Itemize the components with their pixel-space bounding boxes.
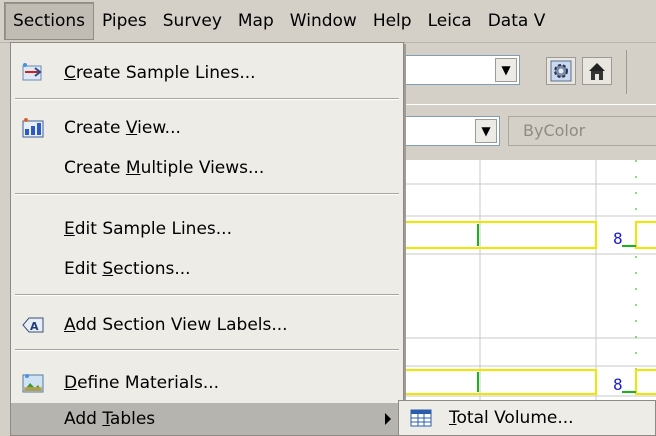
menu-item-total-volume[interactable]: Total Volume...	[399, 401, 655, 435]
svg-text:A: A	[30, 320, 39, 333]
sections-menu: Create Sample Lines... Create View... Cr…	[10, 42, 404, 436]
create-view-icon	[21, 117, 45, 139]
submenu-arrow-icon	[385, 413, 391, 425]
menu-help[interactable]: Help	[365, 0, 420, 42]
table-icon	[409, 407, 433, 429]
menu-separator	[15, 349, 399, 351]
chevron-down-icon[interactable]: ▼	[475, 119, 497, 143]
svg-text:8: 8	[613, 229, 623, 248]
svg-text:8: 8	[613, 375, 623, 394]
menu-leica[interactable]: Leica	[420, 0, 480, 42]
color-combo[interactable]: ByColor	[508, 116, 656, 146]
menu-pipes[interactable]: Pipes	[94, 0, 155, 42]
menu-item-edit-sections[interactable]: Edit Sections...	[11, 249, 403, 289]
gear-icon[interactable]	[546, 57, 576, 85]
sample-lines-icon	[21, 62, 45, 84]
property-combo[interactable]: ▼	[402, 116, 500, 146]
menu-separator	[15, 294, 399, 296]
define-materials-icon	[21, 372, 45, 394]
house-icon[interactable]	[582, 57, 612, 85]
menu-item-add-tables[interactable]: Add Tables	[11, 403, 403, 435]
menu-data-v[interactable]: Data V	[480, 0, 554, 42]
menubar: Sections Pipes Survey Map Window Help Le…	[0, 0, 656, 43]
layer-combo[interactable]: ▼	[402, 55, 520, 85]
chevron-down-icon[interactable]: ▼	[495, 58, 517, 82]
toolbar-divider	[626, 50, 627, 94]
menu-separator	[15, 98, 399, 100]
add-labels-icon: A	[21, 314, 45, 336]
drawing-canvas[interactable]: 8 8	[400, 160, 656, 436]
menu-separator	[15, 193, 399, 195]
menu-item-add-section-view-labels[interactable]: A Add Section View Labels...	[11, 305, 403, 345]
menu-item-create-view[interactable]: Create View...	[11, 108, 403, 148]
menu-item-create-sample-lines[interactable]: Create Sample Lines...	[11, 53, 403, 93]
menu-item-edit-sample-lines[interactable]: Edit Sample Lines...	[11, 209, 403, 249]
menu-map[interactable]: Map	[230, 0, 282, 42]
menu-window[interactable]: Window	[282, 0, 365, 42]
tables-submenu: Total Volume...	[398, 400, 656, 436]
menu-survey[interactable]: Survey	[155, 0, 230, 42]
menu-sections[interactable]: Sections	[4, 2, 95, 40]
menu-item-create-multiple-views[interactable]: Create Multiple Views...	[11, 148, 403, 188]
menu-item-define-materials[interactable]: Define Materials...	[11, 363, 403, 403]
